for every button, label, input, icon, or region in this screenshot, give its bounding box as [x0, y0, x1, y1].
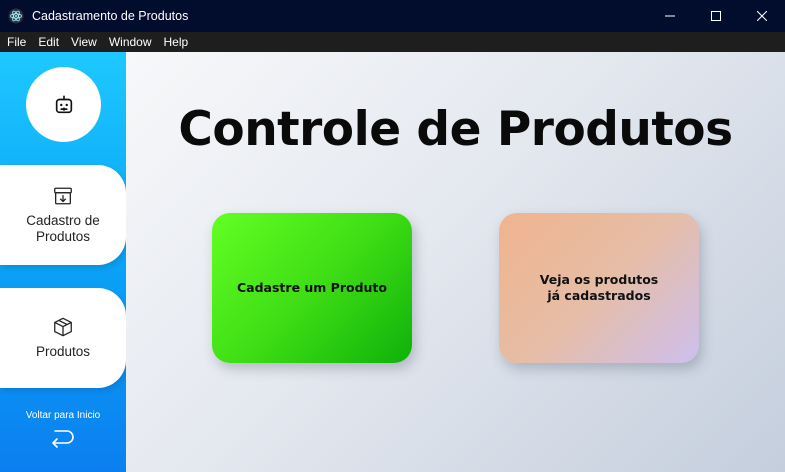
package-icon — [52, 316, 74, 338]
main-content: Controle de Produtos Cadastre um Produto… — [126, 52, 785, 472]
menu-file[interactable]: File — [0, 35, 31, 49]
sidebar-item-cadastro-produtos[interactable]: Cadastro de Produtos — [0, 165, 126, 265]
back-to-home-link[interactable]: Voltar para Inicio — [0, 410, 126, 449]
back-label: Voltar para Inicio — [25, 410, 101, 421]
logo[interactable] — [26, 67, 101, 142]
archive-download-icon — [52, 185, 74, 207]
minimize-icon — [665, 15, 675, 17]
sidebar-item-label: Produtos — [35, 344, 91, 359]
minimize-button[interactable] — [647, 0, 693, 32]
sidebar-item-produtos[interactable]: Produtos — [0, 288, 126, 388]
title-bar[interactable]: Cadastramento de Produtos — [0, 0, 785, 32]
close-button[interactable] — [739, 0, 785, 32]
menu-bar: File Edit View Window Help — [0, 32, 785, 52]
menu-edit[interactable]: Edit — [31, 35, 64, 49]
page-title: Controle de Produtos — [178, 102, 733, 157]
register-product-button[interactable]: Cadastre um Produto — [212, 213, 412, 363]
sidebar-item-label: Cadastro de Produtos — [26, 213, 100, 244]
electron-atom-icon — [8, 8, 24, 24]
robot-icon — [55, 94, 72, 113]
menu-help[interactable]: Help — [157, 35, 194, 49]
menu-view[interactable]: View — [64, 35, 102, 49]
return-arrow-icon — [52, 430, 74, 448]
window-title: Cadastramento de Produtos — [32, 9, 189, 23]
maximize-button[interactable] — [693, 0, 739, 32]
maximize-icon — [711, 11, 721, 21]
menu-window[interactable]: Window — [102, 35, 157, 49]
close-icon — [757, 11, 767, 21]
view-products-button[interactable]: Veja os produtos já cadastrados — [499, 213, 699, 363]
sidebar: Cadastro de Produtos Produtos Voltar par… — [0, 52, 126, 472]
